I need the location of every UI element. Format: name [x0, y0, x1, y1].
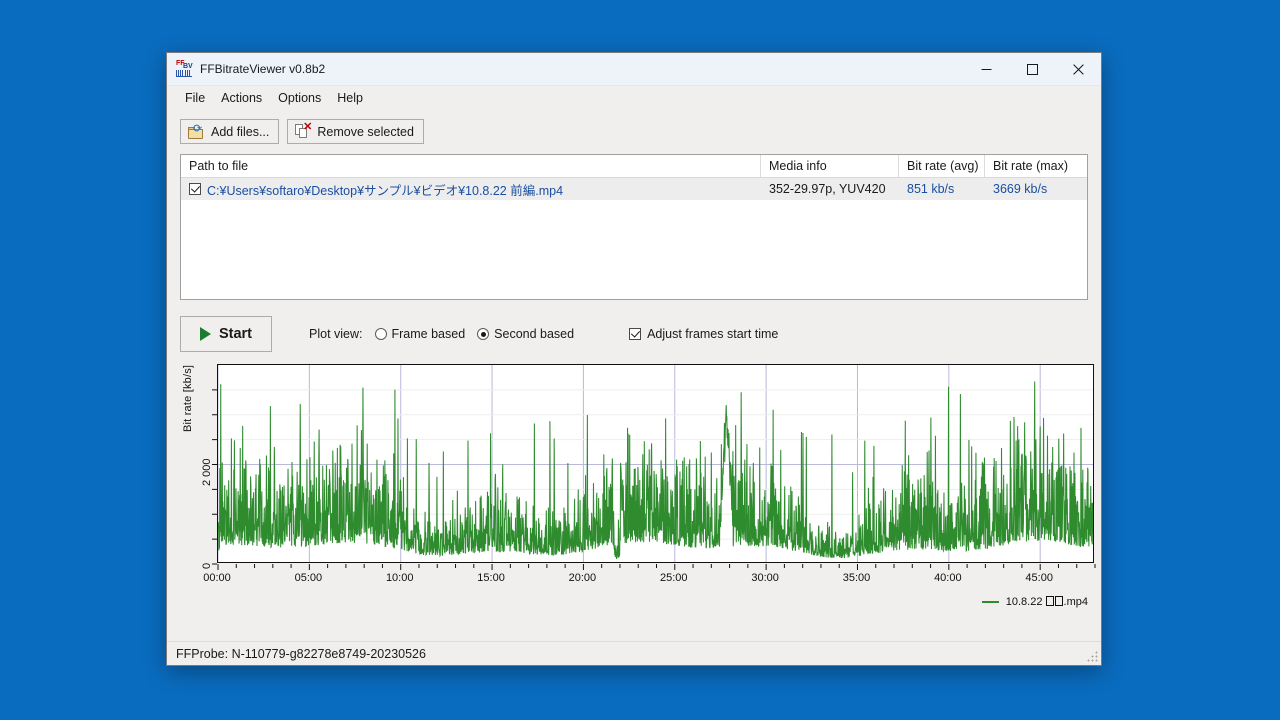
radio-second-based-indicator[interactable] [477, 328, 490, 340]
radio-second-based-label: Second based [494, 327, 575, 341]
play-icon [199, 327, 211, 341]
bitrate-chart: Bit rate [kb/s] 02 000 00:00 05:00 10:00 15… [180, 364, 1096, 641]
bitrate-series-line [218, 381, 1093, 559]
menu-item-options[interactable]: Options [270, 89, 329, 107]
file-list[interactable]: Path to file Media info Bit rate (avg) B… [180, 154, 1088, 300]
status-bar: FFProbe: N-110779-g82278e8749-20230526 [167, 641, 1101, 665]
controls-row: Start Plot view: Frame based Second base… [180, 316, 1101, 352]
legend-label: 10.8.22 .mp4 [1005, 596, 1088, 608]
start-button[interactable]: Start [180, 316, 272, 352]
row-checkbox[interactable] [189, 183, 201, 195]
chart-legend: 10.8.22 .mp4 [981, 596, 1088, 608]
app-logo-icon: FF BV [176, 60, 193, 77]
table-row[interactable]: C:¥Users¥softaro¥Desktop¥サンプル¥ビデオ¥10.8.2… [181, 178, 1087, 200]
column-header-bitrate-max[interactable]: Bit rate (max) [985, 155, 1072, 177]
chart-x-tick-marks [217, 564, 1096, 570]
menu-item-file[interactable]: File [177, 89, 213, 107]
chart-x-tick-label: 00:00 [203, 572, 231, 584]
menu-item-actions[interactable]: Actions [213, 89, 270, 107]
file-list-header: Path to file Media info Bit rate (avg) B… [181, 155, 1087, 178]
add-files-label: Add files... [211, 124, 270, 139]
legend-color-swatch [981, 601, 999, 603]
maximize-button[interactable] [1009, 53, 1055, 85]
add-files-button[interactable]: ⟳ Add files... [180, 119, 280, 144]
chart-x-tick-label: 35:00 [842, 572, 871, 584]
chart-x-tick-label: 05:00 [294, 572, 323, 584]
file-path-cell[interactable]: C:¥Users¥softaro¥Desktop¥サンプル¥ビデオ¥10.8.2… [181, 180, 761, 199]
adjust-frames-checkbox-indicator[interactable] [629, 328, 642, 340]
chart-x-tick-label: 20:00 [568, 572, 597, 584]
plot-view-label: Plot view: [309, 327, 363, 341]
remove-page-icon: ✕ [295, 122, 312, 139]
application-window: FF BV FFBitrateViewer v0.8b2 File Actions… [166, 52, 1102, 666]
start-label: Start [218, 326, 253, 342]
adjust-frames-label: Adjust frames start time [647, 327, 779, 341]
remove-selected-button[interactable]: ✕ Remove selected [287, 119, 424, 144]
bitrate-avg-cell: 851 kb/s [907, 182, 955, 196]
column-header-bitrate-avg[interactable]: Bit rate (avg) [899, 155, 985, 177]
remove-selected-label: Remove selected [317, 124, 414, 139]
maximize-icon [1026, 63, 1038, 75]
chart-y-tick-marks [212, 389, 217, 565]
radio-frame-based-indicator[interactable] [374, 328, 387, 340]
close-button[interactable] [1055, 53, 1101, 85]
column-header-media-info[interactable]: Media info [761, 155, 899, 177]
chart-plot-area[interactable] [217, 364, 1094, 563]
menu-item-help[interactable]: Help [329, 89, 371, 107]
adjust-frames-start-time-checkbox[interactable]: Adjust frames start time [629, 327, 778, 341]
resize-grip[interactable] [1086, 650, 1099, 663]
missing-glyph-box [1046, 596, 1055, 606]
chart-y-axis-label: Bit rate [kb/s] [182, 364, 194, 432]
media-info-cell: 352-29.97p, YUV420 [769, 182, 886, 196]
minimize-icon [981, 68, 991, 70]
chart-x-tick-label: 30:00 [751, 572, 779, 584]
minimize-button[interactable] [963, 53, 1009, 85]
window-title: FFBitrateViewer v0.8b2 [200, 62, 326, 76]
bitrate-max-cell: 3669 kb/s [993, 182, 1048, 196]
chart-svg [218, 365, 1093, 562]
close-icon [1072, 63, 1084, 75]
file-list-body: C:¥Users¥softaro¥Desktop¥サンプル¥ビデオ¥10.8.2… [181, 178, 1087, 299]
radio-second-based[interactable]: Second based [477, 327, 574, 341]
chart-x-tick-label: 45:00 [1025, 572, 1053, 584]
chart-x-tick-label: 40:00 [934, 572, 962, 584]
radio-frame-based[interactable]: Frame based [374, 327, 466, 341]
status-text: FFProbe: N-110779-g82278e8749-20230526 [176, 646, 426, 661]
menu-bar: File Actions Options Help [167, 86, 1101, 109]
file-path-text: C:¥Users¥softaro¥Desktop¥サンプル¥ビデオ¥10.8.2… [207, 183, 564, 198]
radio-frame-based-label: Frame based [391, 327, 466, 341]
chart-x-tick-label: 25:00 [660, 572, 688, 584]
toolbar: ⟳ Add files... ✕ Remove selected [180, 119, 1101, 144]
title-bar: FF BV FFBitrateViewer v0.8b2 [167, 53, 1101, 86]
chart-x-tick-label: 10:00 [385, 572, 414, 584]
chart-x-tick-label: 15:00 [477, 572, 505, 584]
add-folder-icon: ⟳ [188, 123, 205, 139]
missing-glyph-box [1055, 596, 1064, 606]
column-header-path[interactable]: Path to file [181, 155, 761, 177]
